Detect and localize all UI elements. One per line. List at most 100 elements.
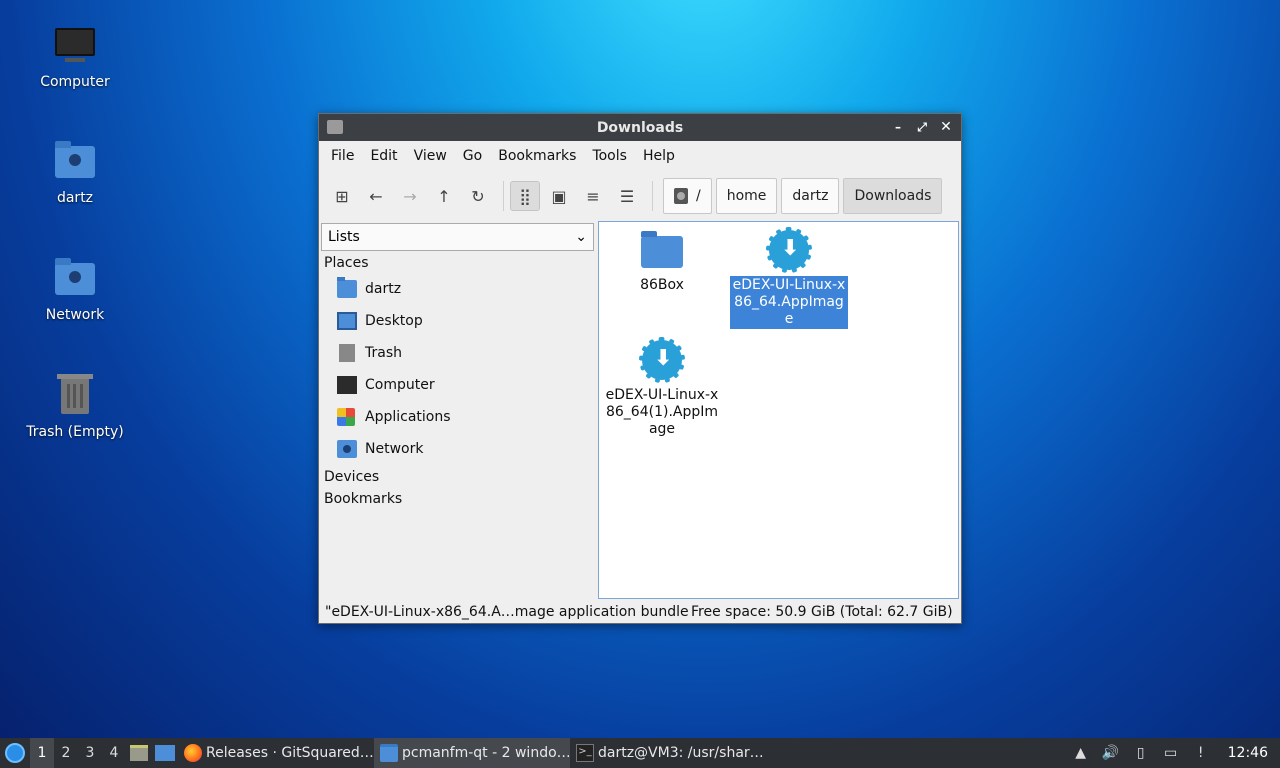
toolbar-separator	[503, 181, 504, 211]
compact-view-button[interactable]: ≡	[578, 181, 608, 211]
show-desktop-icon	[155, 745, 175, 761]
breadcrumb: / home dartz Downloads	[663, 178, 943, 214]
breadcrumb-dartz[interactable]: dartz	[781, 178, 840, 214]
place-network[interactable]: Network	[321, 433, 594, 465]
system-tray: ▲ 🔊 ▯ ▭ ! 12:46	[1072, 744, 1280, 762]
task-firefox[interactable]: Releases · GitSquared…	[178, 738, 374, 768]
menu-view[interactable]: View	[406, 148, 455, 164]
file-name: eDEX-UI-Linux-x86_64.AppImage	[730, 276, 848, 329]
clock[interactable]: 12:46	[1228, 745, 1268, 761]
home-folder-icon	[337, 277, 357, 298]
file-manager-icon	[380, 744, 398, 762]
start-menu-button[interactable]	[0, 738, 30, 768]
place-applications[interactable]: Applications	[321, 401, 594, 433]
firefox-icon	[184, 744, 202, 762]
close-button[interactable]: ✕	[937, 118, 955, 136]
menu-bookmarks[interactable]: Bookmarks	[490, 148, 584, 164]
appimage-icon: ⬇	[639, 337, 685, 383]
up-button[interactable]: ↑	[429, 181, 459, 211]
home-folder-icon	[51, 138, 99, 186]
place-dartz[interactable]: dartz	[321, 273, 594, 305]
file-name: 86Box	[640, 277, 684, 293]
place-computer[interactable]: Computer	[321, 369, 594, 401]
maximize-button[interactable]: ⤢	[913, 118, 931, 136]
reload-button[interactable]: ↻	[463, 181, 493, 211]
devices-heading[interactable]: Devices	[321, 465, 594, 487]
quicklaunch-desktop[interactable]	[152, 738, 178, 768]
menu-go[interactable]: Go	[455, 148, 490, 164]
file-name: eDEX-UI-Linux-x86_64(1).AppImage	[605, 387, 719, 437]
menubar: File Edit View Go Bookmarks Tools Help	[319, 141, 961, 171]
place-desktop[interactable]: Desktop	[321, 305, 594, 337]
side-pane-mode-select[interactable]: Lists ⌄	[321, 223, 594, 251]
file-item-edex-appimage-1[interactable]: ⬇ eDEX-UI-Linux-x86_64(1).AppImage	[602, 337, 722, 439]
place-label: Applications	[365, 409, 451, 425]
new-tab-button[interactable]: ⊞	[327, 181, 357, 211]
menu-help[interactable]: Help	[635, 148, 683, 164]
desktop-icon-label: Trash (Empty)	[26, 424, 124, 440]
bookmarks-heading[interactable]: Bookmarks	[321, 487, 594, 509]
clipboard-icon[interactable]: ▯	[1132, 744, 1150, 762]
breadcrumb-home[interactable]: home	[715, 178, 778, 214]
detailed-view-button[interactable]: ☰	[612, 181, 642, 211]
breadcrumb-downloads[interactable]: Downloads	[843, 178, 943, 214]
network-icon[interactable]: ▭	[1162, 744, 1180, 762]
icon-view-button[interactable]: ⣿	[510, 181, 540, 211]
file-cabinet-icon	[130, 745, 148, 761]
menu-edit[interactable]: Edit	[362, 148, 405, 164]
volume-icon[interactable]: 🔊	[1102, 744, 1120, 762]
network-folder-icon	[337, 440, 357, 458]
lubuntu-logo-icon	[5, 743, 25, 763]
back-button[interactable]: ←	[361, 181, 391, 211]
trash-icon	[339, 344, 355, 362]
place-trash[interactable]: Trash	[321, 337, 594, 369]
task-label: dartz@VM3: /usr/shar…	[598, 745, 764, 761]
desktop-icon-trash[interactable]: Trash (Empty)	[15, 372, 135, 440]
places-heading[interactable]: Places	[321, 251, 594, 273]
workspace-1[interactable]: 1	[30, 738, 54, 768]
place-label: Desktop	[365, 313, 423, 329]
updates-icon[interactable]: ▲	[1072, 744, 1090, 762]
desktop-icon-label: Computer	[40, 74, 110, 90]
window-titlebar[interactable]: Downloads – ⤢ ✕	[319, 114, 961, 141]
chevron-down-icon: ⌄	[575, 229, 587, 245]
place-label: Network	[365, 441, 424, 457]
breadcrumb-root[interactable]: /	[663, 178, 712, 214]
notification-icon[interactable]: !	[1192, 744, 1210, 762]
applications-icon	[337, 408, 355, 426]
file-item-edex-appimage[interactable]: ⬇ eDEX-UI-Linux-x86_64.AppImage	[729, 227, 849, 329]
toolbar: ⊞ ← → ↑ ↻ ⣿ ▣ ≡ ☰ / home dartz Downloads	[319, 171, 961, 221]
menu-tools[interactable]: Tools	[584, 148, 635, 164]
minimize-button[interactable]: –	[889, 118, 907, 136]
desktop-icon-computer[interactable]: Computer	[15, 22, 135, 90]
task-label: pcmanfm-qt - 2 windo…	[402, 745, 570, 761]
menu-file[interactable]: File	[323, 148, 362, 164]
file-item-86box[interactable]: 86Box	[602, 230, 722, 295]
quicklaunch-files[interactable]	[126, 738, 152, 768]
computer-icon	[51, 22, 99, 70]
task-terminal[interactable]: >_ dartz@VM3: /usr/shar…	[570, 738, 766, 768]
desktop-icon	[337, 312, 357, 330]
desktop-icon-label: dartz	[56, 190, 94, 206]
workspace-4[interactable]: 4	[102, 738, 126, 768]
status-bar: "eDEX-UI-Linux-x86_64.A…mage application…	[319, 599, 961, 624]
file-manager-window: Downloads – ⤢ ✕ File Edit View Go Bookma…	[318, 113, 962, 624]
trash-icon	[51, 372, 99, 420]
thumbnail-view-button[interactable]: ▣	[544, 181, 574, 211]
side-pane: Lists ⌄ Places dartz Desktop Trash Compu…	[319, 221, 596, 599]
forward-button[interactable]: →	[395, 181, 425, 211]
appimage-icon: ⬇	[766, 227, 812, 273]
window-folder-icon	[327, 120, 343, 134]
workspace-2[interactable]: 2	[54, 738, 78, 768]
breadcrumb-label: /	[696, 188, 701, 204]
file-view[interactable]: 86Box ⬇ eDEX-UI-Linux-x86_64.AppImage ⬇ …	[598, 221, 959, 599]
workspace-3[interactable]: 3	[78, 738, 102, 768]
desktop-icon-network[interactable]: Network	[15, 255, 135, 323]
window-title: Downloads	[596, 119, 684, 136]
desktop-icon-label: Network	[45, 307, 105, 323]
task-label: Releases · GitSquared…	[206, 745, 374, 761]
desktop-icon-dartz[interactable]: dartz	[15, 138, 135, 206]
task-pcmanfm[interactable]: pcmanfm-qt - 2 windo…	[374, 738, 570, 768]
status-free-space: Free space: 50.9 GiB (Total: 62.7 GiB)	[691, 603, 953, 620]
taskbar: 1 2 3 4 Releases · GitSquared… pcmanfm-q…	[0, 738, 1280, 768]
